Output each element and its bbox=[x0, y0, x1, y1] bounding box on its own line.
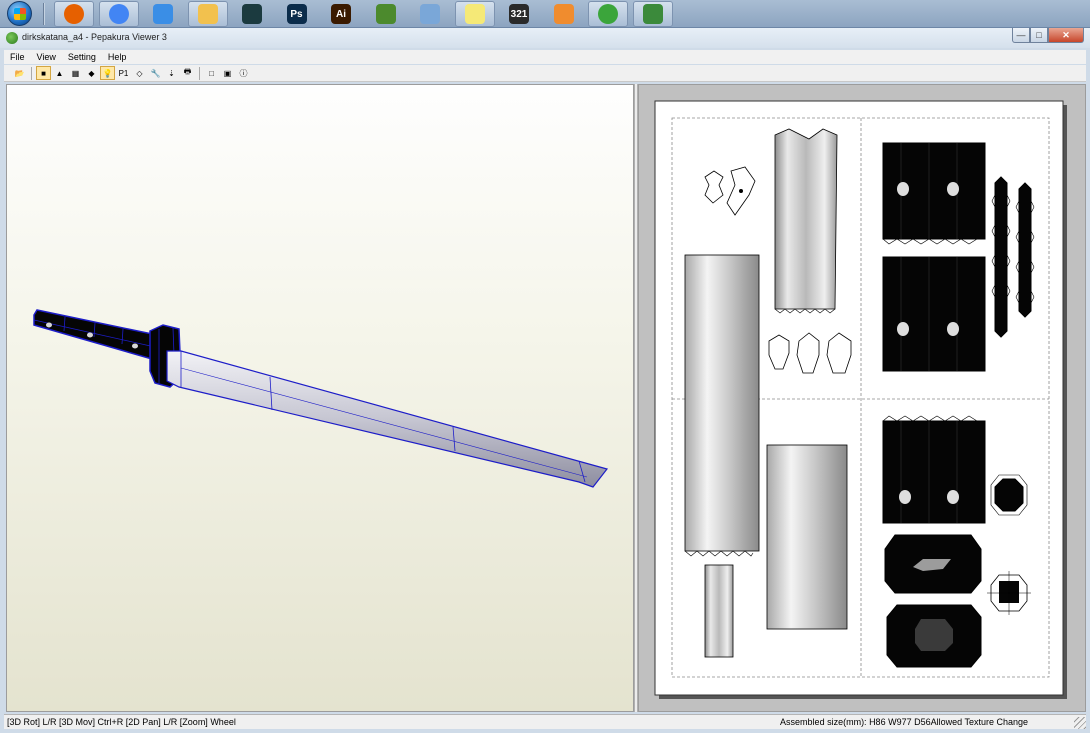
part-blade-long bbox=[684, 254, 760, 552]
taskbar-app-utorrent[interactable] bbox=[588, 1, 628, 27]
part-handle-1 bbox=[882, 142, 986, 245]
taskbar-app-pepakura[interactable] bbox=[632, 1, 673, 27]
part-strip-2 bbox=[1015, 182, 1035, 318]
taskbar-app-paint-app[interactable] bbox=[366, 1, 406, 27]
pepakura-icon bbox=[642, 4, 663, 24]
menu-file[interactable]: File bbox=[4, 52, 31, 62]
part-octagon-1 bbox=[994, 478, 1024, 512]
taskbar-app-chrome[interactable] bbox=[98, 1, 139, 27]
katana-3d-model bbox=[33, 309, 609, 488]
taskbar-app-video-player[interactable] bbox=[544, 1, 584, 27]
taskbar-separator bbox=[43, 3, 45, 25]
close-button[interactable]: ✕ bbox=[1048, 28, 1084, 43]
taskbar-app-media-classic[interactable]: 321 bbox=[499, 1, 539, 27]
status-assembled-size: Assembled size(mm): H86 W977 D56Allowed … bbox=[780, 717, 1028, 727]
print-icon[interactable]: 🖶 bbox=[180, 66, 195, 80]
part-handle-3 bbox=[882, 415, 986, 524]
pattern-sheet bbox=[654, 100, 1067, 699]
part-guard-1 bbox=[884, 534, 982, 594]
flaps-icon[interactable]: ▦ bbox=[68, 66, 83, 80]
windows-start-orb-icon bbox=[6, 1, 32, 26]
part-blade-top bbox=[774, 128, 838, 310]
resize-grip[interactable] bbox=[1074, 717, 1086, 729]
utorrent-icon bbox=[598, 4, 618, 24]
chrome-icon bbox=[108, 4, 129, 24]
katana-handle bbox=[33, 309, 158, 360]
photoshop-icon: Ps bbox=[286, 4, 307, 24]
taskbar-app-safari[interactable] bbox=[143, 1, 183, 27]
minimize-button[interactable]: — bbox=[1012, 28, 1030, 43]
sticky-notes-icon bbox=[464, 4, 485, 24]
toolbar: 📂 ■ ▲ ▦ ◆ 💡 P1 ◇ 🔧 ⇣ 🖶 □ ▣ ⓘ bbox=[4, 65, 1086, 82]
2d-view-icon[interactable]: ▲ bbox=[52, 66, 67, 80]
taskbar-app-firefox[interactable] bbox=[54, 1, 94, 27]
light-icon[interactable]: 💡 bbox=[100, 66, 115, 80]
taskbar-app-illustrator[interactable]: Ai bbox=[321, 1, 361, 27]
title-bar[interactable]: dirkskatana_a4 - Pepakura Viewer 3 — □ ✕ bbox=[0, 28, 1090, 48]
settings-icon[interactable]: 🔧 bbox=[148, 66, 163, 80]
fold-lines-icon[interactable]: ◇ bbox=[132, 66, 147, 80]
media-player-classic-icon: 321 bbox=[509, 4, 529, 24]
palette-icon bbox=[420, 4, 440, 24]
maximize-button[interactable]: □ bbox=[1030, 28, 1048, 43]
info-icon[interactable]: ⓘ bbox=[236, 66, 251, 80]
paint-icon bbox=[375, 4, 396, 24]
taskbar-app-sticky-notes[interactable] bbox=[454, 1, 495, 27]
compass-icon bbox=[153, 4, 173, 24]
single-pane-icon[interactable]: □ bbox=[204, 66, 219, 80]
taskbar-app-explorer[interactable] bbox=[187, 1, 228, 27]
folder-icon bbox=[197, 4, 218, 24]
start-button[interactable] bbox=[3, 1, 35, 27]
menu-view[interactable]: View bbox=[31, 52, 62, 62]
illustrator-icon: Ai bbox=[331, 4, 351, 24]
export-icon[interactable]: ⇣ bbox=[164, 66, 179, 80]
taskbar-app-photoshop[interactable]: Ps bbox=[277, 1, 317, 27]
3d-view-icon[interactable]: ■ bbox=[36, 66, 51, 80]
part-blade-mid bbox=[766, 444, 848, 630]
open-icon[interactable]: 📂 bbox=[12, 66, 27, 80]
pepakura-window: dirkskatana_a4 - Pepakura Viewer 3 — □ ✕… bbox=[0, 28, 1090, 733]
texture-icon[interactable]: ◆ bbox=[84, 66, 99, 80]
pepakura-app-icon[interactable] bbox=[6, 32, 18, 44]
menu-help[interactable]: Help bbox=[102, 52, 133, 62]
split-pane-icon[interactable]: ▣ bbox=[220, 66, 235, 80]
3dsmax-icon bbox=[242, 4, 262, 24]
2d-pattern-pane[interactable] bbox=[638, 84, 1086, 712]
firefox-icon bbox=[64, 4, 84, 24]
page-number-icon[interactable]: P1 bbox=[116, 66, 131, 80]
menu-setting[interactable]: Setting bbox=[62, 52, 102, 62]
katana-blade bbox=[166, 350, 609, 488]
status-controls-hint: [3D Rot] L/R [3D Mov] Ctrl+R [2D Pan] L/… bbox=[7, 717, 236, 727]
taskbar-app-paint[interactable] bbox=[410, 1, 450, 27]
window-title: dirkskatana_a4 - Pepakura Viewer 3 bbox=[22, 32, 167, 42]
part-strip-1 bbox=[991, 176, 1011, 338]
toolbar-separator bbox=[31, 66, 32, 80]
toolbar-separator bbox=[199, 66, 200, 80]
part-guard-2 bbox=[886, 604, 982, 668]
menu-bar: File View Setting Help bbox=[4, 50, 1086, 64]
status-bar: [3D Rot] L/R [3D Mov] Ctrl+R [2D Pan] L/… bbox=[4, 714, 1086, 729]
video-player-icon bbox=[553, 4, 574, 24]
taskbar-app-3dsmax[interactable] bbox=[232, 1, 272, 27]
part-handle-2 bbox=[882, 256, 986, 372]
3d-view-pane[interactable] bbox=[6, 84, 634, 712]
taskbar: Ps Ai 321 bbox=[0, 0, 1090, 28]
part-metal-small bbox=[704, 564, 734, 658]
